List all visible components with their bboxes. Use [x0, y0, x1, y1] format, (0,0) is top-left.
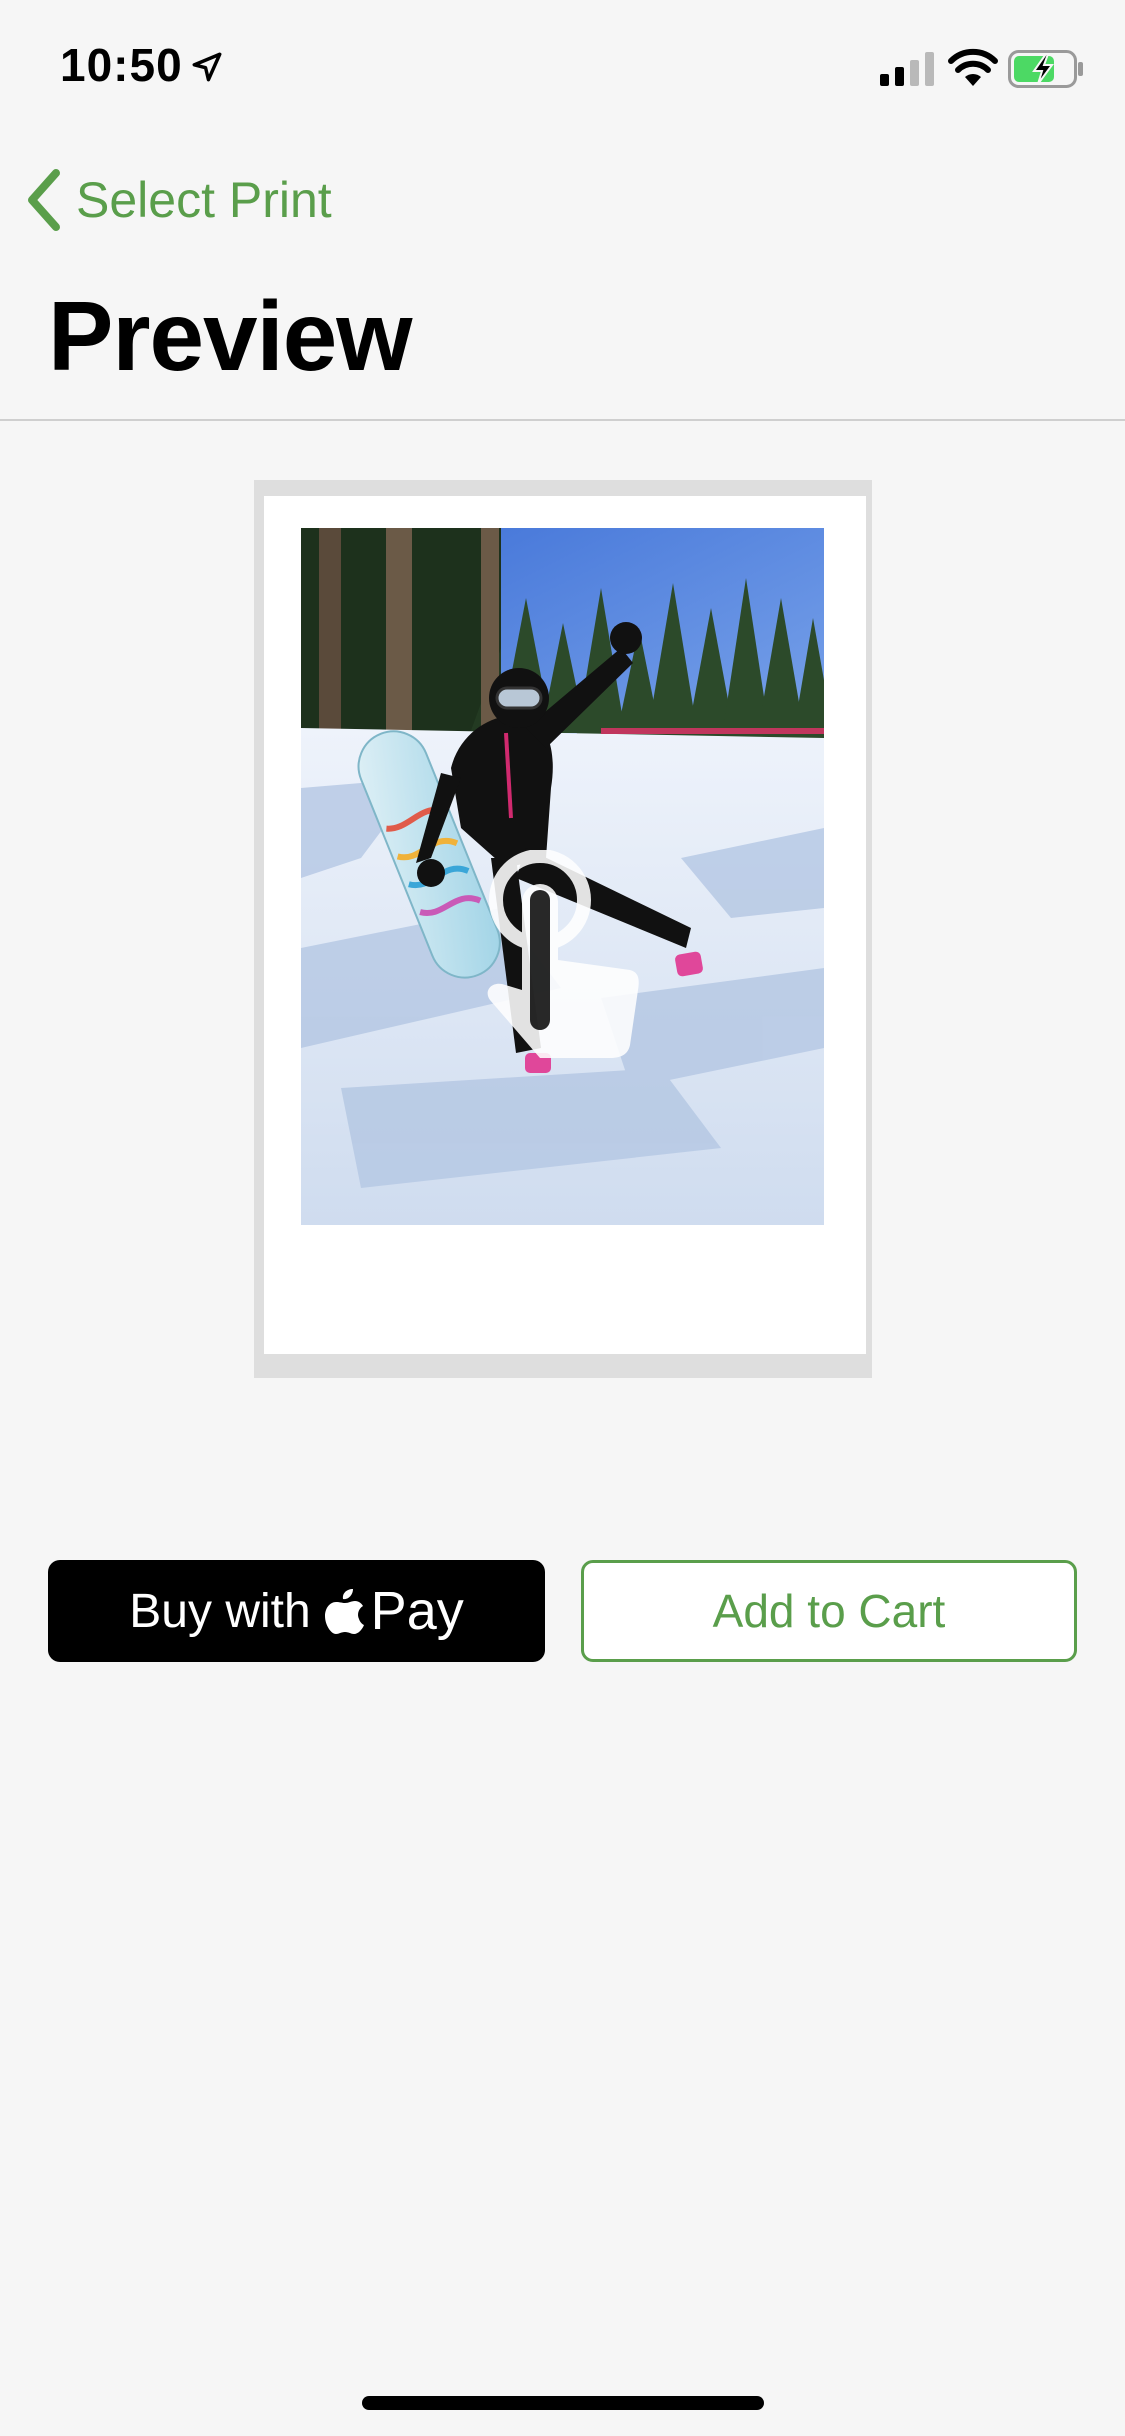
back-button-label: Select Print [76, 172, 332, 228]
back-button[interactable]: Select Print [22, 160, 332, 240]
nav-divider [0, 419, 1125, 421]
page-title: Preview [48, 281, 412, 391]
tap-gesture-icon [487, 850, 639, 1058]
add-to-cart-button[interactable]: Add to Cart [581, 1560, 1077, 1662]
buy-with-apple-pay-button[interactable]: Buy with Pay [48, 1560, 545, 1662]
cellular-signal-icon [880, 52, 934, 86]
home-indicator[interactable] [362, 2396, 764, 2410]
apple-logo-icon [324, 1589, 364, 1634]
apple-pay-prefix: Buy with [129, 1584, 311, 1638]
status-time: 10:50 [60, 39, 183, 91]
wifi-icon [948, 48, 998, 86]
apple-pay-word: Pay [370, 1581, 464, 1641]
chevron-left-icon [28, 169, 60, 231]
location-arrow-icon [192, 52, 222, 82]
battery-charging-icon [1008, 50, 1083, 88]
